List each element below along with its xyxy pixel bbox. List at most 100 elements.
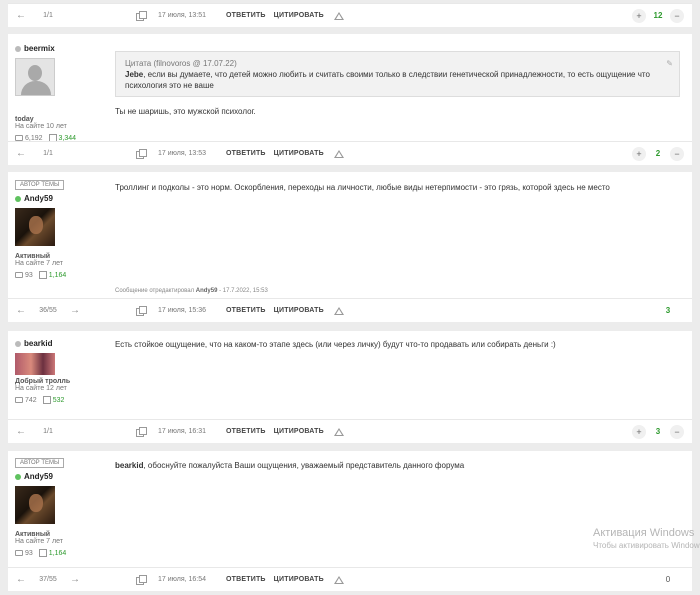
quote-header: Цитата (filnovoros @ 17.07.22) bbox=[125, 59, 237, 68]
reputation-count: 532 bbox=[52, 396, 65, 404]
report-icon[interactable] bbox=[333, 149, 344, 158]
reputation-icon bbox=[42, 396, 51, 404]
reputation-icon bbox=[38, 271, 47, 279]
post-footer: ← 1/1 17 июля, 16:31 ОТВЕТИТЬ ЦИТИРОВАТЬ … bbox=[8, 419, 692, 443]
post-score: 3 bbox=[655, 427, 661, 436]
avatar[interactable] bbox=[15, 208, 55, 246]
quote-block: Цитата (filnovoros @ 17.07.22) ✎ Jebe, е… bbox=[115, 51, 680, 97]
messages-icon bbox=[15, 397, 23, 403]
avatar[interactable] bbox=[15, 58, 55, 96]
upvote-button[interactable]: + bbox=[632, 424, 646, 439]
post-score: 12 bbox=[653, 11, 663, 20]
reply-button[interactable]: ОТВЕТИТЬ bbox=[226, 428, 266, 435]
downvote-button[interactable]: − bbox=[670, 424, 684, 439]
reputation-count: 1,164 bbox=[48, 271, 67, 279]
post-text: Есть стойкое ощущение, что на каком-то э… bbox=[115, 340, 556, 349]
post-footer: ← 36/55 → 17 июля, 15:36 ОТВЕТИТЬ ЦИТИРОВА… bbox=[8, 298, 692, 322]
next-arrow-icon[interactable]: → bbox=[68, 574, 82, 585]
topic-author-badge: АВТОР ТЕМЫ bbox=[15, 458, 65, 468]
post-text: bearkid, обоснуйте пожалуйста Ваши ощуще… bbox=[115, 461, 465, 470]
quote-button[interactable]: ЦИТИРОВАТЬ bbox=[274, 428, 324, 435]
page-counter: 37/55 bbox=[39, 576, 57, 583]
user-rank: Активный bbox=[15, 253, 51, 260]
post-date: 17 июля, 13:51 bbox=[158, 12, 207, 19]
quote-button[interactable]: ЦИТИРОВАТЬ bbox=[274, 576, 324, 583]
user-since: На сайте 12 лет bbox=[15, 385, 67, 392]
share-icon[interactable] bbox=[136, 11, 150, 21]
user-since: На сайте 10 лет bbox=[15, 123, 67, 130]
quote-button[interactable]: ЦИТИРОВАТЬ bbox=[274, 12, 324, 19]
offline-status-icon bbox=[15, 340, 21, 347]
post-count: 93 bbox=[25, 549, 33, 557]
user-since: На сайте 7 лет bbox=[15, 538, 63, 545]
post-date: 17 июля, 16:54 bbox=[158, 576, 207, 583]
prev-arrow-icon[interactable]: ← bbox=[14, 10, 28, 21]
post-footer: ← 1/1 17 июля, 13:53 ОТВЕТИТЬ ЦИТИРОВАТЬ … bbox=[8, 141, 692, 165]
mention-link[interactable]: bearkid bbox=[115, 461, 143, 470]
user-since: На сайте 7 лет bbox=[15, 260, 63, 267]
share-icon[interactable] bbox=[136, 575, 150, 585]
report-icon[interactable] bbox=[333, 575, 344, 584]
post-score: 0 bbox=[665, 575, 671, 584]
next-arrow-icon[interactable]: → bbox=[68, 305, 82, 316]
prev-arrow-icon[interactable]: ← bbox=[14, 574, 28, 585]
user-info: bearkid Добрый тролль На сайте 12 лет 74… bbox=[15, 339, 70, 404]
share-icon[interactable] bbox=[136, 306, 150, 316]
username[interactable]: bearkid bbox=[24, 339, 52, 348]
user-rank: today bbox=[15, 116, 34, 123]
downvote-button[interactable]: − bbox=[670, 146, 684, 161]
quote-button[interactable]: ЦИТИРОВАТЬ bbox=[274, 150, 324, 157]
user-rank: Активный bbox=[15, 531, 51, 538]
report-icon[interactable] bbox=[333, 306, 344, 315]
online-status-icon bbox=[15, 195, 21, 202]
reply-button[interactable]: ОТВЕТИТЬ bbox=[226, 150, 266, 157]
username[interactable]: beermix bbox=[24, 44, 55, 53]
username[interactable]: Andy59 bbox=[24, 472, 53, 481]
post-count: 93 bbox=[25, 271, 33, 279]
username[interactable]: Andy59 bbox=[24, 194, 53, 203]
pin-icon[interactable]: ✎ bbox=[666, 58, 673, 69]
quote-text: , если вы думаете, что детей можно любит… bbox=[125, 70, 650, 90]
user-info: beermix today На сайте 10 лет 6,192 3,344 bbox=[15, 44, 76, 142]
upvote-button[interactable]: + bbox=[632, 8, 646, 23]
prev-arrow-icon[interactable]: ← bbox=[14, 305, 28, 316]
post-date: 17 июля, 16:31 bbox=[158, 428, 207, 435]
online-status-icon bbox=[15, 473, 21, 480]
reply-button[interactable]: ОТВЕТИТЬ bbox=[226, 307, 266, 314]
share-icon[interactable] bbox=[136, 149, 150, 159]
user-rank: Добрый тролль bbox=[15, 378, 71, 385]
user-info: АВТОР ТЕМЫ Andy59 Активный На сайте 7 ле… bbox=[15, 458, 66, 557]
reputation-count: 1,164 bbox=[48, 549, 67, 557]
share-icon[interactable] bbox=[136, 427, 150, 437]
prev-arrow-icon[interactable]: ← bbox=[14, 426, 28, 437]
messages-icon bbox=[15, 550, 23, 556]
page-counter: 1/1 bbox=[43, 150, 53, 157]
post-text: Ты не шаришь, это мужской психолог. bbox=[115, 107, 256, 116]
messages-icon bbox=[15, 272, 23, 278]
page-counter: 1/1 bbox=[43, 428, 53, 435]
post-footer: ← 37/55 → 17 июля, 16:54 ОТВЕТИТЬ ЦИТИРОВА… bbox=[8, 567, 692, 591]
report-icon[interactable] bbox=[333, 11, 344, 20]
windows-activation-subtitle: Чтобы активировать Windows bbox=[593, 541, 700, 550]
reply-button[interactable]: ОТВЕТИТЬ bbox=[226, 12, 266, 19]
report-icon[interactable] bbox=[333, 427, 344, 436]
edit-note: Сообщение отредактировал Andy59 - 17.7.2… bbox=[115, 288, 268, 294]
post-count: 742 bbox=[25, 396, 37, 404]
quote-button[interactable]: ЦИТИРОВАТЬ bbox=[274, 307, 324, 314]
post-score: 3 bbox=[665, 306, 671, 315]
avatar[interactable] bbox=[15, 353, 55, 375]
post-date: 17 июля, 13:53 bbox=[158, 150, 207, 157]
user-info: АВТОР ТЕМЫ Andy59 Активный На сайте 7 ле… bbox=[15, 180, 66, 279]
edit-author[interactable]: Andy59 bbox=[196, 288, 218, 294]
upvote-button[interactable]: + bbox=[632, 146, 646, 161]
avatar[interactable] bbox=[15, 486, 55, 524]
post-date: 17 июля, 15:36 bbox=[158, 307, 207, 314]
prev-arrow-icon[interactable]: ← bbox=[14, 148, 28, 159]
post-footer: ← 1/1 17 июля, 13:51 ОТВЕТИТЬ ЦИТИРОВАТЬ … bbox=[8, 3, 692, 27]
reply-button[interactable]: ОТВЕТИТЬ bbox=[226, 576, 266, 583]
downvote-button[interactable]: − bbox=[670, 8, 684, 23]
post-text: Троллинг и подколы - это норм. Оскорблен… bbox=[115, 183, 610, 192]
page-counter: 36/55 bbox=[39, 307, 57, 314]
topic-author-badge: АВТОР ТЕМЫ bbox=[15, 180, 65, 190]
quote-mention[interactable]: Jebe bbox=[125, 70, 143, 79]
